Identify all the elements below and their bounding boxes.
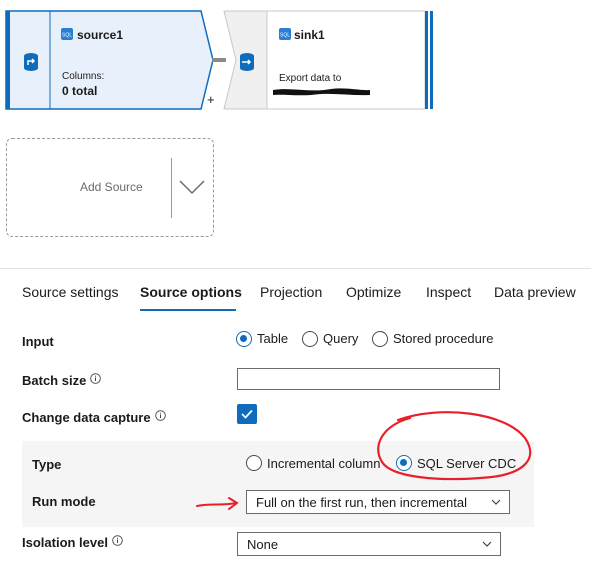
type-sql-server-cdc-label[interactable]: SQL Server CDC (417, 456, 516, 471)
checkmark-icon (241, 409, 253, 419)
chevron-down-icon (482, 541, 492, 547)
info-icon[interactable] (90, 373, 102, 384)
run-mode-select[interactable]: Full on the first run, then incremental (246, 490, 510, 514)
tab-optimize[interactable]: Optimize (346, 284, 401, 300)
tab-source-settings[interactable]: Source settings (22, 284, 119, 300)
isolation-level-label: Isolation level (22, 535, 123, 550)
info-icon[interactable] (112, 535, 123, 546)
tab-inspect[interactable]: Inspect (426, 284, 471, 300)
batch-size-label-text: Batch size (22, 373, 87, 388)
panel-divider (0, 268, 591, 269)
source-node-name: source1 (77, 28, 124, 42)
dataflow-canvas: SQL source1 Columns: 0 total + SQL sink1… (0, 0, 591, 268)
source-columns-label: Columns: (62, 71, 105, 82)
type-incremental-column-radio[interactable] (246, 455, 262, 471)
chevron-down-icon[interactable] (178, 178, 206, 196)
input-query-radio[interactable] (302, 331, 318, 347)
active-tab-indicator (140, 309, 236, 311)
sql-icon: SQL (279, 28, 291, 40)
type-incremental-column-label[interactable]: Incremental column (267, 456, 380, 471)
redaction-mark (273, 88, 370, 96)
batch-size-label: Batch size (22, 373, 102, 388)
run-mode-value: Full on the first run, then incremental (256, 495, 467, 510)
type-label: Type (32, 457, 62, 472)
tab-source-options[interactable]: Source options (140, 284, 242, 300)
chevron-down-icon (491, 499, 501, 505)
svg-text:SQL: SQL (280, 33, 290, 39)
svg-text:SQL: SQL (62, 33, 72, 39)
source-icon (24, 53, 38, 71)
info-icon[interactable] (154, 410, 166, 421)
sink-node-name: sink1 (294, 28, 325, 42)
sink-description: Export data to (279, 73, 342, 84)
sink-icon (240, 53, 254, 71)
tab-projection[interactable]: Projection (260, 284, 322, 300)
input-stored-procedure-radio[interactable] (372, 331, 388, 347)
input-query-label[interactable]: Query (323, 331, 358, 346)
type-sql-server-cdc-radio[interactable] (396, 455, 412, 471)
add-transform-button[interactable]: + (207, 92, 215, 107)
change-data-capture-label-text: Change data capture (22, 410, 151, 425)
input-table-label[interactable]: Table (257, 331, 288, 346)
change-data-capture-checkbox[interactable] (237, 404, 257, 424)
cdc-options-panel (22, 441, 534, 527)
input-label: Input (22, 334, 54, 349)
isolation-level-label-text: Isolation level (22, 535, 108, 550)
batch-size-input[interactable] (237, 368, 500, 390)
isolation-level-value: None (247, 537, 279, 552)
input-stored-procedure-label[interactable]: Stored procedure (393, 331, 493, 346)
tab-data-preview[interactable]: Data preview (494, 284, 576, 300)
change-data-capture-label: Change data capture (22, 410, 166, 425)
sql-icon: SQL (61, 28, 73, 40)
isolation-level-select[interactable]: None (237, 532, 501, 556)
tab-bar: Source settings Source options Projectio… (0, 282, 591, 312)
add-source-divider (171, 158, 172, 218)
input-table-radio[interactable] (236, 331, 252, 347)
source-columns-value: 0 total (62, 84, 98, 98)
add-source-label: Add Source (80, 180, 143, 194)
run-mode-label: Run mode (32, 494, 96, 509)
